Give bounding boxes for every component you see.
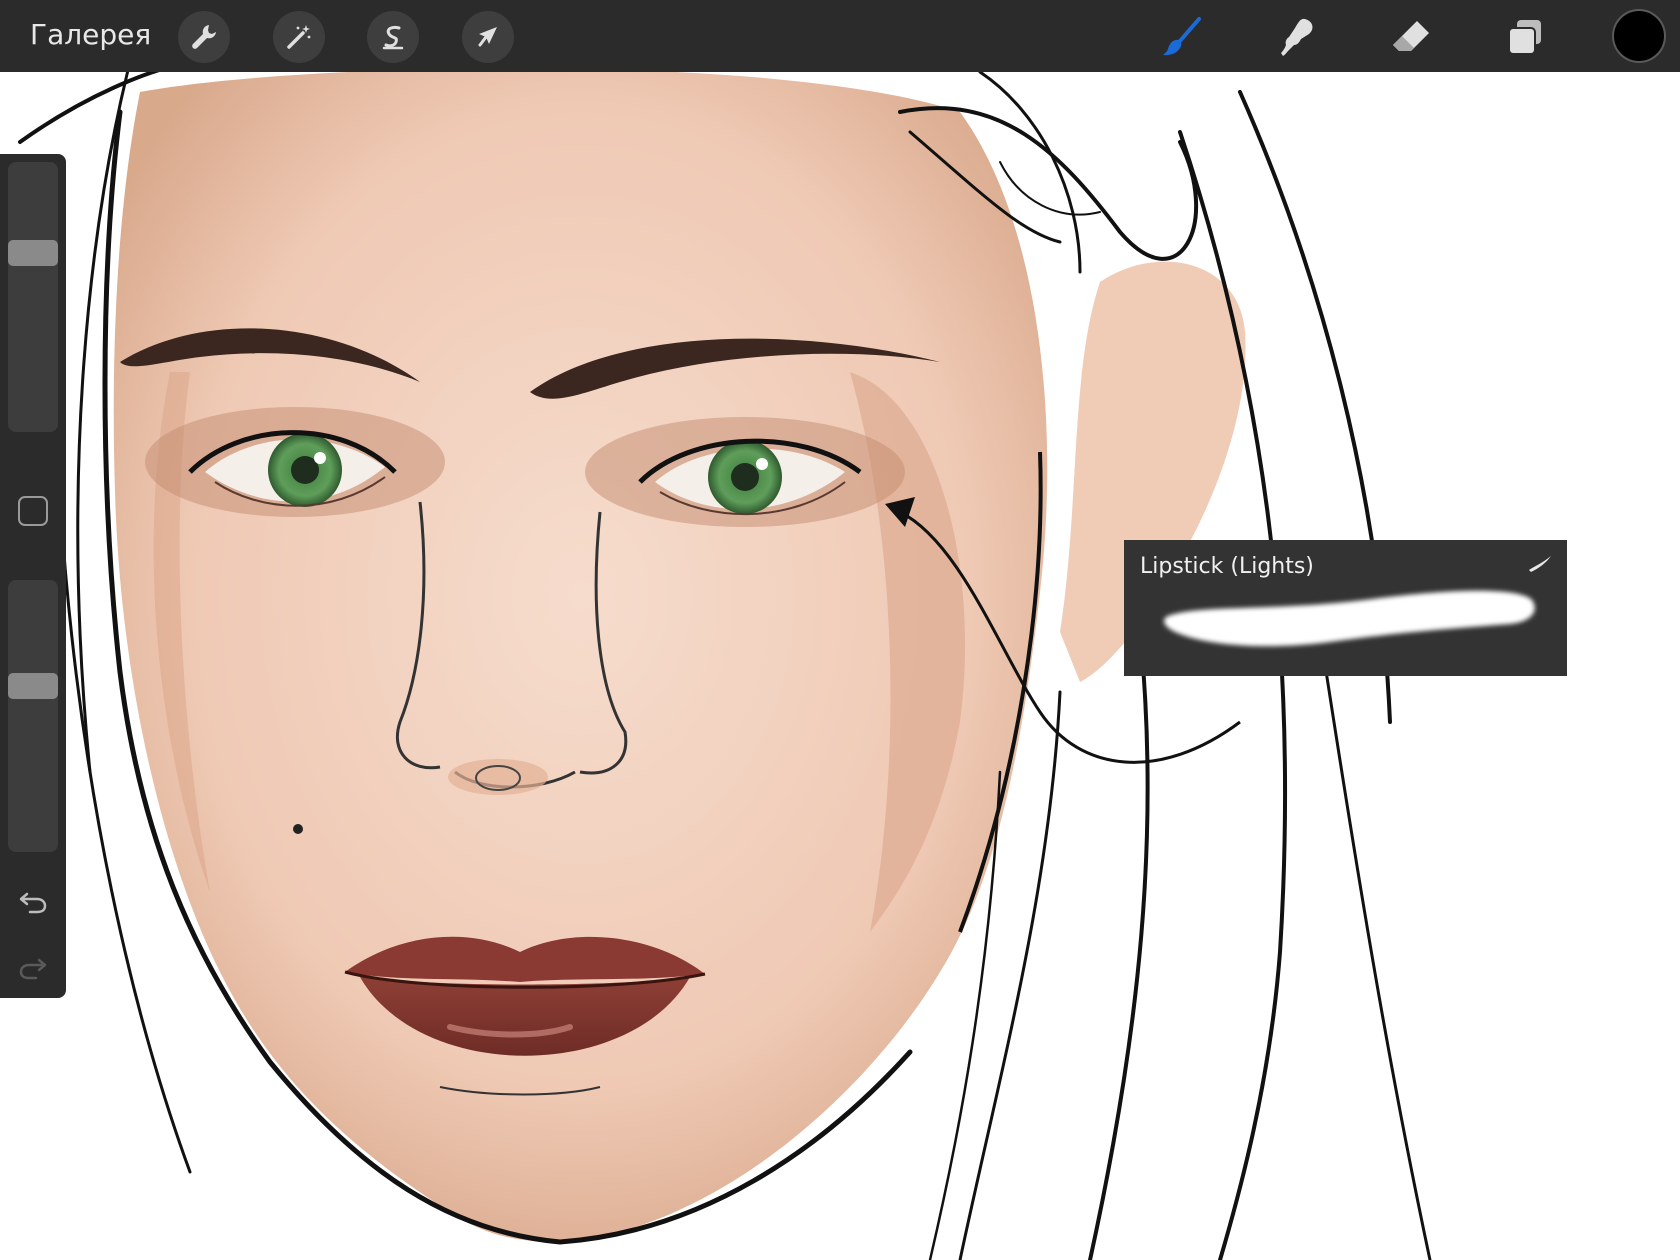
smudge-tool-button[interactable] <box>1270 10 1324 64</box>
brush-icon <box>1163 17 1201 56</box>
adjustments-button[interactable] <box>273 11 325 63</box>
left-sidebar <box>0 154 66 998</box>
redo-icon[interactable] <box>18 952 48 982</box>
brush-stroke-preview <box>1164 590 1535 647</box>
square-modifier-icon[interactable] <box>18 496 48 526</box>
eraser-tool-button[interactable] <box>1384 10 1438 64</box>
smudge-icon <box>1281 18 1313 56</box>
layers-button[interactable] <box>1498 10 1552 64</box>
brush-stroke-preview-icon <box>1529 556 1551 572</box>
selection-s-icon <box>382 25 404 50</box>
transform-button[interactable] <box>462 11 514 63</box>
selection-button[interactable] <box>367 11 419 63</box>
gallery-button[interactable]: Галерея <box>30 18 151 51</box>
brush-preview-popup: Lipstick (Lights) <box>1124 540 1567 676</box>
brush-size-slider[interactable] <box>8 162 58 432</box>
brush-size-thumb[interactable] <box>8 240 58 266</box>
actions-button[interactable] <box>178 11 230 63</box>
wrench-icon <box>192 25 216 49</box>
arrow-cursor-icon <box>478 27 497 47</box>
opacity-thumb[interactable] <box>8 673 58 699</box>
top-toolbar: Галерея <box>0 0 1680 72</box>
opacity-slider[interactable] <box>8 580 58 852</box>
eraser-icon <box>1393 21 1429 51</box>
layers-icon <box>1508 20 1541 55</box>
magic-wand-icon <box>287 25 311 49</box>
undo-icon[interactable] <box>18 886 48 916</box>
brush-tool-button[interactable] <box>1155 10 1209 64</box>
color-picker-button[interactable] <box>1614 11 1664 61</box>
